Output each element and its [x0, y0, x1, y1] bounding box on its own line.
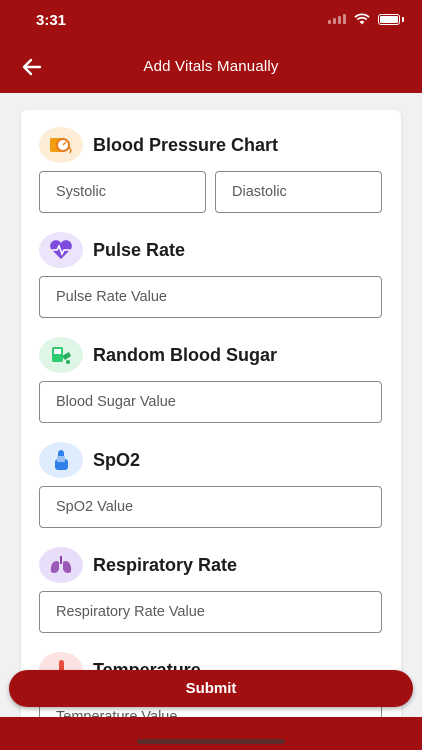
- home-indicator: [137, 739, 285, 744]
- spo2-input[interactable]: [39, 486, 382, 528]
- pulse-rate-input[interactable]: [39, 276, 382, 318]
- blood-sugar-title: Random Blood Sugar: [93, 344, 277, 365]
- app-bar: Add Vitals Manually: [0, 40, 422, 93]
- wifi-icon: [354, 13, 370, 25]
- cellular-signal-icon: [328, 14, 346, 24]
- blood-pressure-title: Blood Pressure Chart: [93, 134, 279, 155]
- vitals-form-card: Blood Pressure Chart Pulse Rate: [21, 110, 401, 750]
- status-time: 3:31: [36, 12, 67, 29]
- page-title: Add Vitals Manually: [143, 58, 279, 75]
- status-icons: [328, 13, 404, 25]
- bottom-bar: [0, 717, 422, 750]
- systolic-input[interactable]: [39, 171, 206, 213]
- status-bar: 3:31: [0, 0, 422, 40]
- pulse-rate-title: Pulse Rate: [93, 239, 186, 260]
- lungs-icon: [39, 547, 83, 583]
- respiratory-rate-input[interactable]: [39, 591, 382, 633]
- diastolic-input[interactable]: [215, 171, 382, 213]
- heart-pulse-icon: [39, 232, 83, 268]
- respiratory-rate-title: Respiratory Rate: [93, 554, 238, 575]
- glucometer-icon: [39, 337, 83, 373]
- blood-sugar-input[interactable]: [39, 381, 382, 423]
- blood-pressure-monitor-icon: [39, 127, 83, 163]
- spo2-title: SpO2: [93, 449, 141, 470]
- battery-icon: [378, 13, 400, 25]
- submit-button[interactable]: Submit: [9, 670, 413, 707]
- finger-oximeter-icon: [39, 442, 83, 478]
